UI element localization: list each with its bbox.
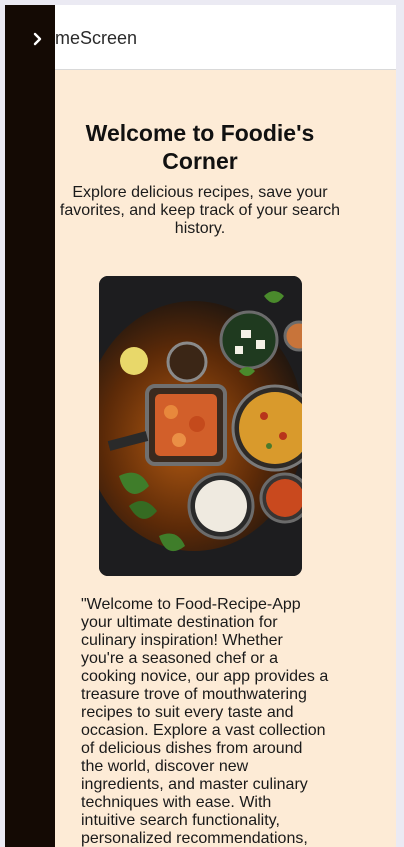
hero-food-image [99,276,302,576]
chevron-right-icon [33,32,42,46]
side-drawer [5,5,55,847]
app-description: "Welcome to Food-Recipe-App your ultimat… [81,596,329,847]
main-content[interactable]: Welcome to Foodie's Corner Explore delic… [5,70,396,847]
app-frame: HomeScreen Welcome to Foodie's Corner Ex… [5,5,396,847]
drawer-toggle-button[interactable] [25,27,49,51]
welcome-title: Welcome to Foodie's Corner [85,120,315,174]
app-header: HomeScreen [5,5,396,70]
welcome-subtitle: Explore delicious recipes, save your fav… [59,184,341,237]
